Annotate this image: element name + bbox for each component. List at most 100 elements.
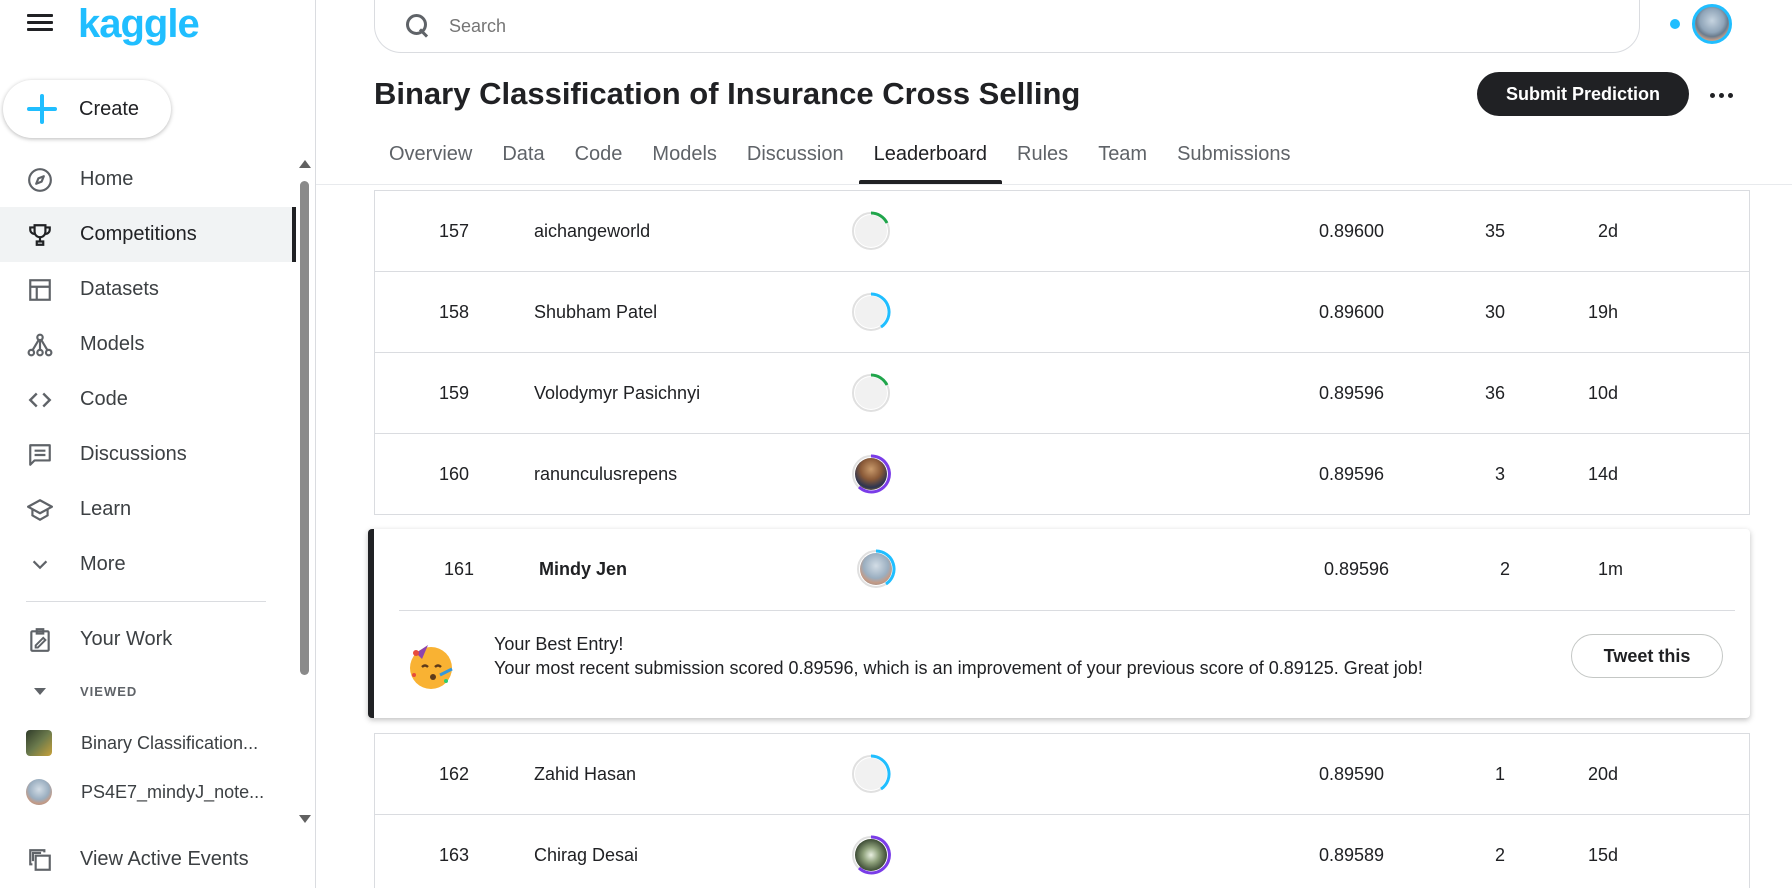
view-active-events-button[interactable]: View Active Events — [0, 832, 296, 887]
table-row[interactable]: 162 Zahid Hasan 0.89590 1 20d — [375, 733, 1749, 814]
table-row[interactable]: 160 ranunculusrepens 0.89596 3 14d — [375, 433, 1749, 514]
team-avatar[interactable] — [851, 292, 891, 332]
tab-leaderboard[interactable]: Leaderboard — [858, 134, 1003, 184]
score-cell: 0.89596 — [1319, 463, 1385, 484]
code-icon — [25, 385, 55, 415]
sidebar-your-work: Your Work — [0, 612, 296, 667]
sidebar-item-home[interactable]: Home — [0, 152, 296, 207]
team-name-link[interactable]: ranunculusrepens — [534, 464, 677, 485]
sidebar-divider — [26, 601, 266, 602]
sidebar: kaggle Create Home Competitions Datasets — [0, 0, 316, 888]
rank-cell: 160 — [439, 463, 470, 484]
menu-icon[interactable] — [27, 14, 53, 36]
viewed-label: VIEWED — [80, 683, 138, 699]
viewed-section-toggle[interactable]: VIEWED — [0, 676, 296, 706]
user-avatar[interactable] — [1692, 4, 1732, 44]
tab-rules[interactable]: Rules — [1002, 134, 1083, 184]
table-row-own[interactable]: 161 Mindy Jen 0.89596 2 1m — [374, 529, 1750, 610]
sidebar-item-more[interactable]: More — [0, 537, 296, 592]
team-name-link[interactable]: Shubham Patel — [534, 302, 657, 323]
sidebar-item-competitions[interactable]: Competitions — [0, 207, 296, 262]
sidebar-item-code[interactable]: Code — [0, 372, 296, 427]
caret-down-icon — [34, 687, 46, 695]
viewed-item-label: Binary Classification... — [81, 732, 259, 753]
team-name-link[interactable]: Mindy Jen — [539, 559, 627, 580]
user-photo-avatar — [855, 458, 887, 490]
compass-icon — [25, 165, 55, 195]
scrollbar-thumb[interactable] — [300, 181, 309, 675]
team-avatar[interactable] — [851, 454, 891, 494]
user-photo-avatar — [860, 553, 892, 585]
page-title: Binary Classification of Insurance Cross… — [374, 76, 1081, 111]
team-avatar[interactable] — [856, 549, 896, 589]
rank-cell: 162 — [439, 763, 470, 784]
rank-cell: 158 — [439, 301, 470, 322]
scroll-up-arrow[interactable] — [299, 160, 311, 168]
sidebar-item-label: Code — [80, 388, 128, 410]
team-avatar[interactable] — [851, 754, 891, 794]
team-name-link[interactable]: Volodymyr Pasichnyi — [534, 383, 700, 404]
sidebar-item-label: Home — [80, 168, 134, 190]
sidebar-item-label: Competitions — [80, 223, 197, 245]
rank-cell: 157 — [439, 220, 470, 241]
tab-overview[interactable]: Overview — [374, 134, 487, 184]
best-entry-title: Your Best Entry! — [494, 634, 624, 654]
models-icon — [25, 330, 55, 360]
tab-discussion[interactable]: Discussion — [732, 134, 859, 184]
tabs-divider — [316, 184, 1792, 185]
team-avatar[interactable] — [851, 835, 891, 875]
score-cell: 0.89596 — [1324, 559, 1390, 579]
sidebar-item-label: Learn — [80, 498, 132, 520]
last-submission-cell: 20d — [1587, 763, 1618, 784]
table-row[interactable]: 157 aichangeworld 0.89600 35 2d — [375, 190, 1749, 271]
sidebar-item-label: Discussions — [80, 443, 187, 465]
sidebar-item-your-work[interactable]: Your Work — [0, 612, 296, 667]
default-avatar-icon — [855, 215, 887, 247]
viewed-item[interactable]: Binary Classification... — [0, 723, 296, 763]
rank-cell: 161 — [444, 559, 475, 579]
leaderboard-table-continued: 162 Zahid Hasan 0.89590 1 20d 163 Chirag… — [374, 733, 1750, 888]
submit-prediction-button[interactable]: Submit Prediction — [1477, 72, 1689, 116]
team-name-link[interactable]: Chirag Desai — [534, 845, 638, 866]
kaggle-logo[interactable]: kaggle — [78, 2, 200, 47]
last-submission-cell: 14d — [1587, 463, 1618, 484]
score-cell: 0.89600 — [1319, 301, 1385, 322]
tab-submissions[interactable]: Submissions — [1162, 134, 1305, 184]
entries-cell: 3 — [1494, 463, 1505, 484]
search-input[interactable] — [449, 15, 1549, 37]
scroll-down-arrow[interactable] — [299, 815, 311, 823]
viewed-item[interactable]: PS4E7_mindyJ_note... — [0, 772, 296, 812]
more-options-icon[interactable] — [1706, 80, 1736, 110]
table-icon — [25, 275, 55, 305]
table-row[interactable]: 159 Volodymyr Pasichnyi 0.89596 36 10d — [375, 352, 1749, 433]
sidebar-item-models[interactable]: Models — [0, 317, 296, 372]
table-row[interactable]: 158 Shubham Patel 0.89600 30 19h — [375, 271, 1749, 352]
tweet-this-button[interactable]: Tweet this — [1571, 634, 1723, 678]
search-bar[interactable] — [374, 0, 1640, 53]
table-row[interactable]: 163 Chirag Desai 0.89589 2 15d — [375, 814, 1749, 888]
team-name-link[interactable]: Zahid Hasan — [534, 764, 636, 785]
competition-tabs: Overview Data Code Models Discussion Lea… — [374, 134, 1305, 184]
tab-data[interactable]: Data — [487, 134, 559, 184]
score-cell: 0.89590 — [1319, 763, 1385, 784]
rank-cell: 159 — [439, 382, 470, 403]
create-button[interactable]: Create — [3, 80, 171, 138]
viewed-item-label: PS4E7_mindyJ_note... — [81, 781, 265, 802]
tab-code[interactable]: Code — [560, 134, 638, 184]
trophy-icon — [25, 220, 55, 250]
team-name-link[interactable]: aichangeworld — [534, 221, 650, 242]
clipboard-edit-icon — [25, 625, 55, 655]
sidebar-item-datasets[interactable]: Datasets — [0, 262, 296, 317]
sidebar-scrollbar[interactable] — [297, 155, 311, 825]
entries-cell: 35 — [1484, 220, 1505, 241]
search-icon — [405, 13, 431, 39]
sidebar-item-learn[interactable]: Learn — [0, 482, 296, 537]
score-cell: 0.89589 — [1319, 844, 1385, 865]
competition-thumbnail — [26, 730, 52, 756]
tab-team[interactable]: Team — [1083, 134, 1162, 184]
team-avatar[interactable] — [851, 211, 891, 251]
sidebar-item-discussions[interactable]: Discussions — [0, 427, 296, 482]
team-avatar[interactable] — [851, 373, 891, 413]
create-label: Create — [79, 97, 140, 120]
tab-models[interactable]: Models — [637, 134, 731, 184]
